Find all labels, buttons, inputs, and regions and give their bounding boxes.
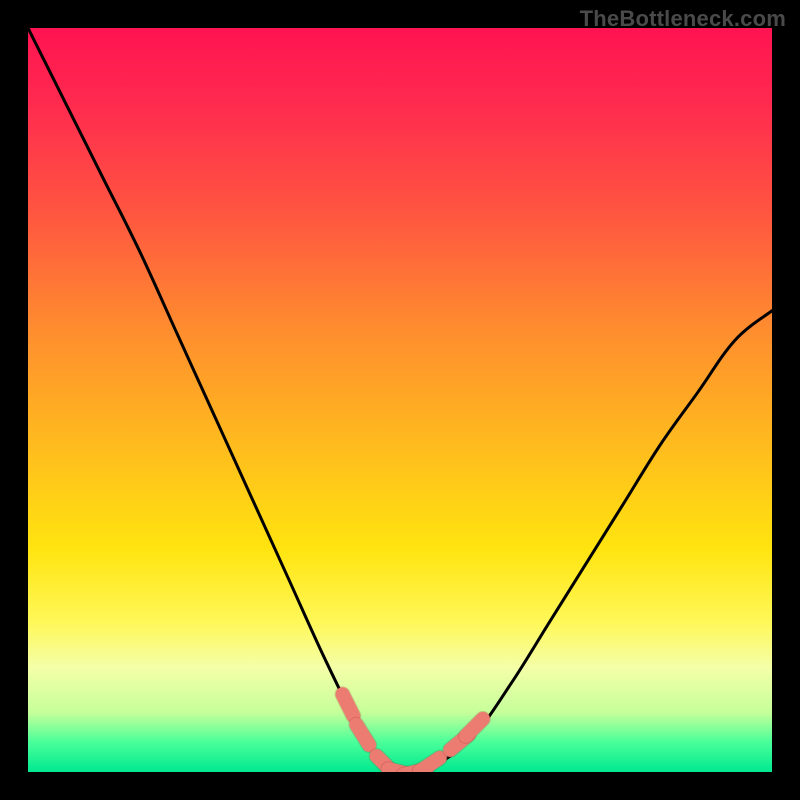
bottleneck-curve bbox=[28, 28, 772, 772]
plot-area bbox=[28, 28, 772, 772]
chart-frame: TheBottleneck.com bbox=[0, 0, 800, 800]
chart-svg bbox=[28, 28, 772, 772]
curve-marker bbox=[466, 719, 483, 736]
curve-marker bbox=[343, 694, 354, 715]
curve-markers bbox=[343, 694, 483, 772]
bottleneck-curve-path bbox=[28, 28, 772, 772]
